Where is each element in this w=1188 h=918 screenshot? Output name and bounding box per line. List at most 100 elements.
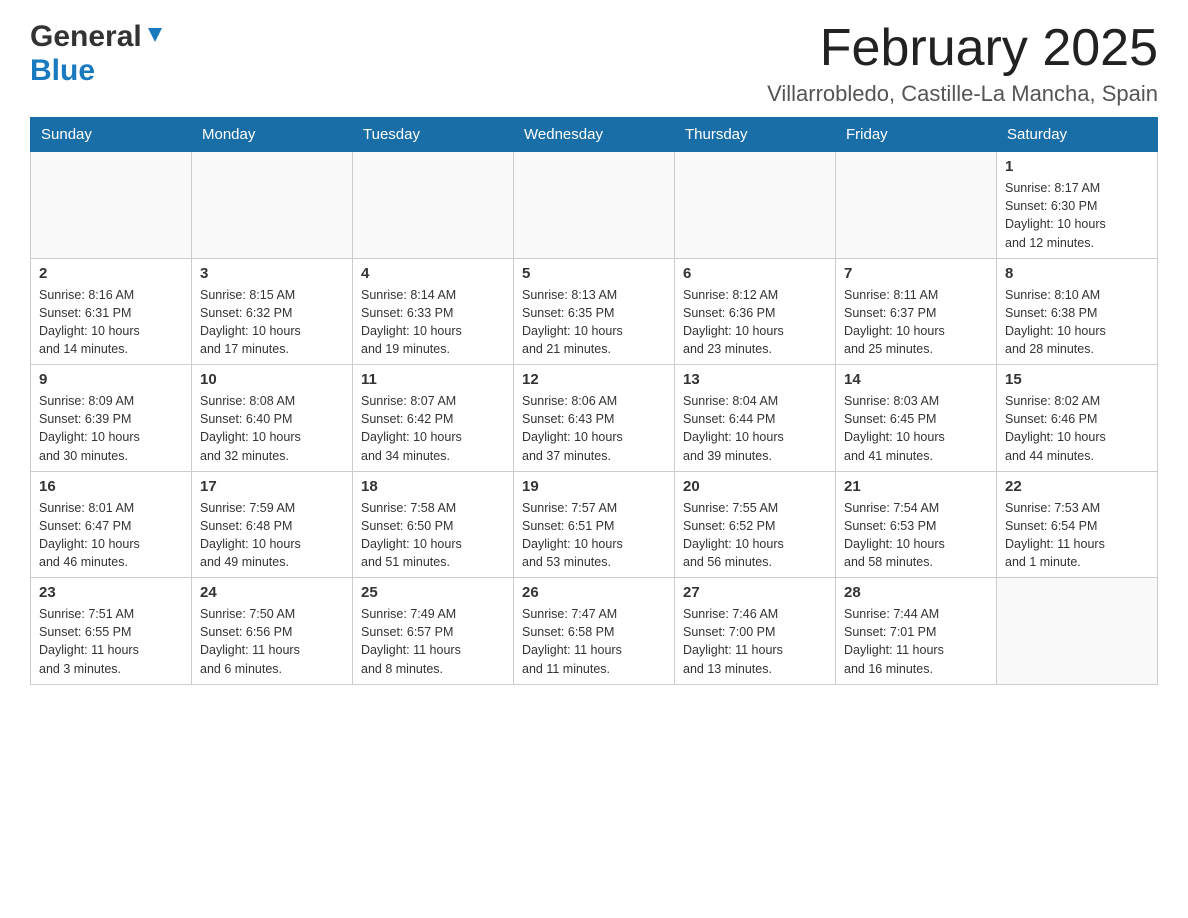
day-info: Sunrise: 7:53 AM Sunset: 6:54 PM Dayligh… [1005, 499, 1149, 572]
day-info: Sunrise: 7:46 AM Sunset: 7:00 PM Dayligh… [683, 605, 827, 678]
calendar-cell: 12 Sunrise: 8:06 AM Sunset: 6:43 PM Dayli… [514, 365, 675, 472]
calendar-cell: 16 Sunrise: 8:01 AM Sunset: 6:47 PM Dayli… [31, 471, 192, 578]
day-number: 9 [39, 371, 183, 388]
day-number: 19 [522, 478, 666, 495]
weekday-header-saturday: Saturday [997, 118, 1158, 152]
weekday-header-sunday: Sunday [31, 118, 192, 152]
day-info: Sunrise: 8:06 AM Sunset: 6:43 PM Dayligh… [522, 392, 666, 465]
calendar-cell: 28 Sunrise: 7:44 AM Sunset: 7:01 PM Dayli… [836, 578, 997, 685]
day-info: Sunrise: 7:44 AM Sunset: 7:01 PM Dayligh… [844, 605, 988, 678]
calendar-week-row: 2 Sunrise: 8:16 AM Sunset: 6:31 PM Daylig… [31, 258, 1158, 365]
calendar-week-row: 23 Sunrise: 7:51 AM Sunset: 6:55 PM Dayli… [31, 578, 1158, 685]
day-info: Sunrise: 7:49 AM Sunset: 6:57 PM Dayligh… [361, 605, 505, 678]
calendar-cell: 2 Sunrise: 8:16 AM Sunset: 6:31 PM Daylig… [31, 258, 192, 365]
logo-general-text: General [30, 20, 142, 54]
day-info: Sunrise: 8:01 AM Sunset: 6:47 PM Dayligh… [39, 499, 183, 572]
day-info: Sunrise: 8:14 AM Sunset: 6:33 PM Dayligh… [361, 286, 505, 359]
calendar-cell: 5 Sunrise: 8:13 AM Sunset: 6:35 PM Daylig… [514, 258, 675, 365]
calendar-cell: 23 Sunrise: 7:51 AM Sunset: 6:55 PM Dayli… [31, 578, 192, 685]
day-number: 6 [683, 265, 827, 282]
calendar-cell: 15 Sunrise: 8:02 AM Sunset: 6:46 PM Dayli… [997, 365, 1158, 472]
calendar-cell: 18 Sunrise: 7:58 AM Sunset: 6:50 PM Dayli… [353, 471, 514, 578]
day-number: 25 [361, 584, 505, 601]
calendar-cell: 19 Sunrise: 7:57 AM Sunset: 6:51 PM Dayli… [514, 471, 675, 578]
day-number: 16 [39, 478, 183, 495]
day-number: 17 [200, 478, 344, 495]
day-number: 1 [1005, 158, 1149, 175]
weekday-header-friday: Friday [836, 118, 997, 152]
day-number: 18 [361, 478, 505, 495]
day-number: 28 [844, 584, 988, 601]
calendar-cell: 4 Sunrise: 8:14 AM Sunset: 6:33 PM Daylig… [353, 258, 514, 365]
day-info: Sunrise: 8:02 AM Sunset: 6:46 PM Dayligh… [1005, 392, 1149, 465]
day-info: Sunrise: 7:51 AM Sunset: 6:55 PM Dayligh… [39, 605, 183, 678]
day-info: Sunrise: 7:50 AM Sunset: 6:56 PM Dayligh… [200, 605, 344, 678]
calendar-week-row: 9 Sunrise: 8:09 AM Sunset: 6:39 PM Daylig… [31, 365, 1158, 472]
calendar-cell: 25 Sunrise: 7:49 AM Sunset: 6:57 PM Dayli… [353, 578, 514, 685]
day-info: Sunrise: 8:03 AM Sunset: 6:45 PM Dayligh… [844, 392, 988, 465]
day-info: Sunrise: 7:47 AM Sunset: 6:58 PM Dayligh… [522, 605, 666, 678]
logo: General Blue [30, 20, 166, 88]
day-info: Sunrise: 8:09 AM Sunset: 6:39 PM Dayligh… [39, 392, 183, 465]
calendar-subtitle: Villarrobledo, Castille-La Mancha, Spain [767, 81, 1158, 107]
day-info: Sunrise: 8:13 AM Sunset: 6:35 PM Dayligh… [522, 286, 666, 359]
calendar-cell: 10Sunrise: 8:08 AM Sunset: 6:40 PM Dayli… [192, 365, 353, 472]
calendar-cell: 13Sunrise: 8:04 AM Sunset: 6:44 PM Dayli… [675, 365, 836, 472]
calendar-cell: 6 Sunrise: 8:12 AM Sunset: 6:36 PM Daylig… [675, 258, 836, 365]
calendar-cell: 22 Sunrise: 7:53 AM Sunset: 6:54 PM Dayli… [997, 471, 1158, 578]
calendar-cell: 7 Sunrise: 8:11 AM Sunset: 6:37 PM Daylig… [836, 258, 997, 365]
day-number: 27 [683, 584, 827, 601]
day-number: 2 [39, 265, 183, 282]
weekday-header-wednesday: Wednesday [514, 118, 675, 152]
logo-arrow-icon [144, 24, 166, 51]
day-number: 24 [200, 584, 344, 601]
logo-blue-text: Blue [30, 54, 95, 88]
day-info: Sunrise: 8:15 AM Sunset: 6:32 PM Dayligh… [200, 286, 344, 359]
day-number: 26 [522, 584, 666, 601]
calendar-cell: 26 Sunrise: 7:47 AM Sunset: 6:58 PM Dayli… [514, 578, 675, 685]
calendar-cell: 17 Sunrise: 7:59 AM Sunset: 6:48 PM Dayli… [192, 471, 353, 578]
day-info: Sunrise: 8:16 AM Sunset: 6:31 PM Dayligh… [39, 286, 183, 359]
day-info: Sunrise: 7:58 AM Sunset: 6:50 PM Dayligh… [361, 499, 505, 572]
day-number: 14 [844, 371, 988, 388]
page-header: General Blue February 2025 Villarrobledo… [30, 20, 1158, 107]
day-number: 12 [522, 371, 666, 388]
weekday-header-monday: Monday [192, 118, 353, 152]
day-number: 8 [1005, 265, 1149, 282]
calendar-cell: 14 Sunrise: 8:03 AM Sunset: 6:45 PM Dayli… [836, 365, 997, 472]
day-info: Sunrise: 8:17 AM Sunset: 6:30 PM Dayligh… [1005, 179, 1149, 252]
day-number: 15 [1005, 371, 1149, 388]
calendar-cell: 9 Sunrise: 8:09 AM Sunset: 6:39 PM Daylig… [31, 365, 192, 472]
day-info: Sunrise: 8:12 AM Sunset: 6:36 PM Dayligh… [683, 286, 827, 359]
calendar-title: February 2025 [767, 20, 1158, 77]
calendar-cell: 27 Sunrise: 7:46 AM Sunset: 7:00 PM Dayli… [675, 578, 836, 685]
calendar-cell: 8Sunrise: 8:10 AM Sunset: 6:38 PM Daylig… [997, 258, 1158, 365]
weekday-header-tuesday: Tuesday [353, 118, 514, 152]
calendar-cell: 20Sunrise: 7:55 AM Sunset: 6:52 PM Dayli… [675, 471, 836, 578]
day-number: 11 [361, 371, 505, 388]
calendar-cell [31, 152, 192, 259]
day-info: Sunrise: 8:11 AM Sunset: 6:37 PM Dayligh… [844, 286, 988, 359]
day-info: Sunrise: 7:57 AM Sunset: 6:51 PM Dayligh… [522, 499, 666, 572]
day-number: 7 [844, 265, 988, 282]
calendar-cell: 24 Sunrise: 7:50 AM Sunset: 6:56 PM Dayli… [192, 578, 353, 685]
day-number: 4 [361, 265, 505, 282]
day-info: Sunrise: 8:07 AM Sunset: 6:42 PM Dayligh… [361, 392, 505, 465]
day-number: 21 [844, 478, 988, 495]
day-info: Sunrise: 8:08 AM Sunset: 6:40 PM Dayligh… [200, 392, 344, 465]
calendar-cell [514, 152, 675, 259]
calendar-header-row: SundayMondayTuesdayWednesdayThursdayFrid… [31, 118, 1158, 152]
day-number: 22 [1005, 478, 1149, 495]
day-number: 3 [200, 265, 344, 282]
day-number: 5 [522, 265, 666, 282]
weekday-header-thursday: Thursday [675, 118, 836, 152]
day-number: 23 [39, 584, 183, 601]
day-number: 20 [683, 478, 827, 495]
title-section: February 2025 Villarrobledo, Castille-La… [767, 20, 1158, 107]
calendar-cell [192, 152, 353, 259]
calendar-week-row: 16 Sunrise: 8:01 AM Sunset: 6:47 PM Dayli… [31, 471, 1158, 578]
day-info: Sunrise: 7:59 AM Sunset: 6:48 PM Dayligh… [200, 499, 344, 572]
calendar-cell [353, 152, 514, 259]
calendar-cell [675, 152, 836, 259]
calendar-week-row: 1 Sunrise: 8:17 AM Sunset: 6:30 PM Daylig… [31, 152, 1158, 259]
